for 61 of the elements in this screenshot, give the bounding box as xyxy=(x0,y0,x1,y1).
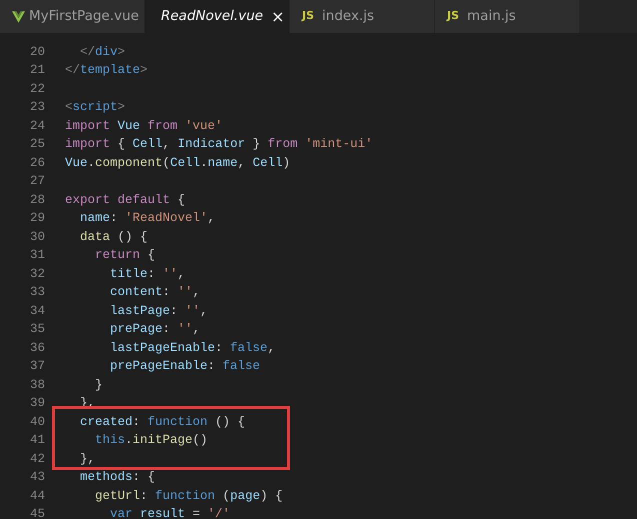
code-line: export default { xyxy=(65,192,186,207)
code-line: import Vue from 'vue' xyxy=(65,118,223,133)
js-file-icon: JS xyxy=(447,8,460,25)
code-line: prePageEnable: false xyxy=(109,359,260,374)
close-button[interactable]: × xyxy=(267,8,288,24)
line-number: 27 xyxy=(28,173,45,190)
line-number: 21 xyxy=(28,62,45,80)
tab-label: main.js xyxy=(467,7,516,26)
editor-tab[interactable]: MyFirstPage.vue xyxy=(0,0,145,33)
code-line: created: function () { xyxy=(79,414,246,429)
line-number: 31 xyxy=(28,247,45,264)
code-line: data () { xyxy=(79,230,148,244)
line-number: 26 xyxy=(28,154,45,172)
code-line: Vue.component(Cell.name, Cell) xyxy=(65,156,290,170)
code-line: </template> xyxy=(65,63,148,78)
line-number: 42 xyxy=(28,450,45,468)
line-number: 32 xyxy=(28,266,45,283)
line-number: 20 xyxy=(28,44,45,60)
line-number: 43 xyxy=(28,469,45,486)
code-line: var result = '/' xyxy=(109,507,230,519)
code-line: <script> xyxy=(65,100,126,114)
editor-tab[interactable]: JS main.js xyxy=(435,0,580,33)
tab-label: MyFirstPage.vue xyxy=(29,7,139,26)
code-line: }, xyxy=(79,452,96,466)
code-line: title: '', xyxy=(109,266,186,281)
line-number: 35 xyxy=(28,321,45,338)
code-line: this.initPage() xyxy=(94,433,208,448)
code-line: prePage: '', xyxy=(109,322,200,336)
tab-label: ReadNovel.vue xyxy=(161,7,264,26)
line-number: 22 xyxy=(28,80,45,98)
line-number: 33 xyxy=(28,284,45,302)
line-number: 30 xyxy=(28,228,45,246)
code-line: } xyxy=(94,378,103,392)
code-line: return { xyxy=(94,248,156,262)
line-number: 24 xyxy=(28,118,45,135)
editor-tab[interactable]: ReadNovel.vue × xyxy=(145,0,290,33)
code-line: content: '', xyxy=(109,285,200,300)
line-number: 44 xyxy=(28,488,45,505)
line-number: 40 xyxy=(28,414,45,431)
line-number: 37 xyxy=(28,358,45,376)
code-line: name: 'ReadNovel', xyxy=(79,211,216,226)
line-number: 39 xyxy=(28,395,45,412)
editor-tab[interactable]: JS index.js xyxy=(290,0,435,33)
code-line: import { Cell, Indicator } from 'mint-ui' xyxy=(65,137,373,152)
line-number: 25 xyxy=(28,136,45,154)
vue-file-icon xyxy=(12,10,25,22)
code-line: </div> xyxy=(79,44,126,58)
line-number: 41 xyxy=(28,432,45,450)
line-number: 38 xyxy=(28,376,45,394)
line-number: 36 xyxy=(28,340,45,357)
code-line: lastPageEnable: false, xyxy=(109,340,276,355)
line-number: 28 xyxy=(28,192,45,209)
code-line: getUrl: function (page) { xyxy=(94,488,283,503)
code-line: methods: { xyxy=(79,470,156,484)
js-file-icon: JS xyxy=(302,8,314,25)
tab-label: index.js xyxy=(322,7,374,26)
line-number: 29 xyxy=(28,210,45,228)
code-line: lastPage: '', xyxy=(109,304,208,318)
line-number: 34 xyxy=(28,302,45,320)
line-number: 45 xyxy=(28,506,45,519)
line-number: 23 xyxy=(28,99,45,116)
